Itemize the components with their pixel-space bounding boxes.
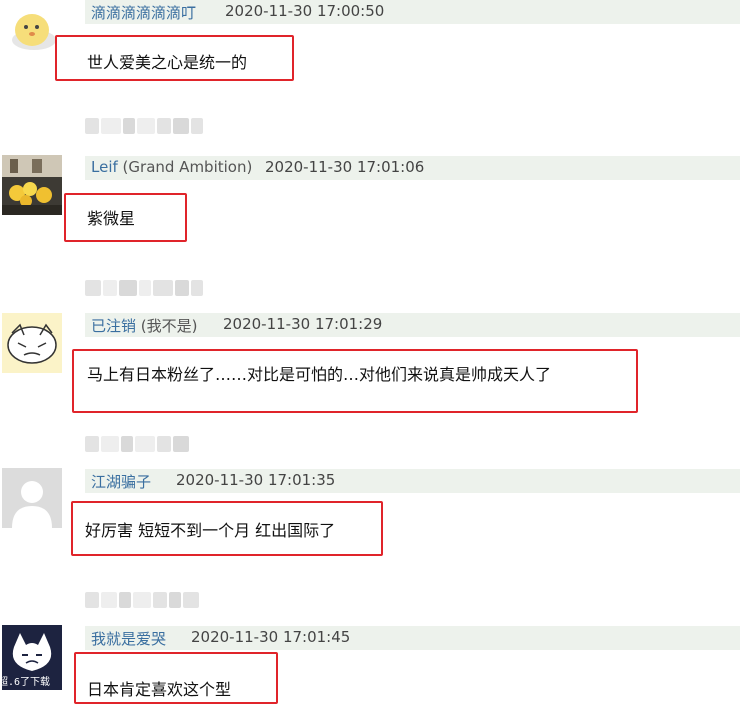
username-link[interactable]: 江湖骗子 (91, 471, 151, 492)
comment-header: 滴滴滴滴滴滴叮 2020-11-30 17:00:50 (85, 0, 740, 24)
avatar[interactable] (2, 155, 62, 215)
avatar[interactable] (2, 313, 62, 373)
comment-header: 江湖骗子 2020-11-30 17:01:35 (85, 469, 740, 493)
avatar[interactable] (2, 468, 62, 528)
highlight-box (64, 193, 187, 242)
blurred-reply (85, 280, 205, 296)
comment-header: 我就是爱哭 2020-11-30 17:01:45 (85, 626, 740, 650)
avatar[interactable]: 超.6了下载 (2, 625, 62, 690)
avatar-caption: 超.6了下载 (2, 677, 51, 688)
username-link[interactable]: 我就是爱哭 (91, 628, 166, 649)
username-link[interactable]: 已注销 (我不是) (91, 315, 198, 336)
username-link[interactable]: Leif (Grand Ambition) (91, 158, 252, 176)
highlight-box (74, 652, 278, 704)
blurred-reply (85, 436, 191, 452)
blurred-reply (85, 118, 205, 134)
highlight-box (55, 35, 294, 81)
blurred-reply (85, 592, 201, 608)
highlight-box (71, 501, 383, 556)
timestamp: 2020-11-30 17:01:06 (265, 158, 425, 176)
timestamp: 2020-11-30 17:00:50 (225, 2, 385, 20)
avatar[interactable] (2, 0, 62, 55)
highlight-box (72, 349, 638, 413)
timestamp: 2020-11-30 17:01:29 (223, 315, 383, 333)
comment-header: Leif (Grand Ambition) 2020-11-30 17:01:0… (85, 156, 740, 180)
timestamp: 2020-11-30 17:01:45 (191, 628, 351, 646)
comment-header: 已注销 (我不是) 2020-11-30 17:01:29 (85, 313, 740, 337)
username-link[interactable]: 滴滴滴滴滴滴叮 (91, 2, 196, 23)
timestamp: 2020-11-30 17:01:35 (176, 471, 336, 489)
